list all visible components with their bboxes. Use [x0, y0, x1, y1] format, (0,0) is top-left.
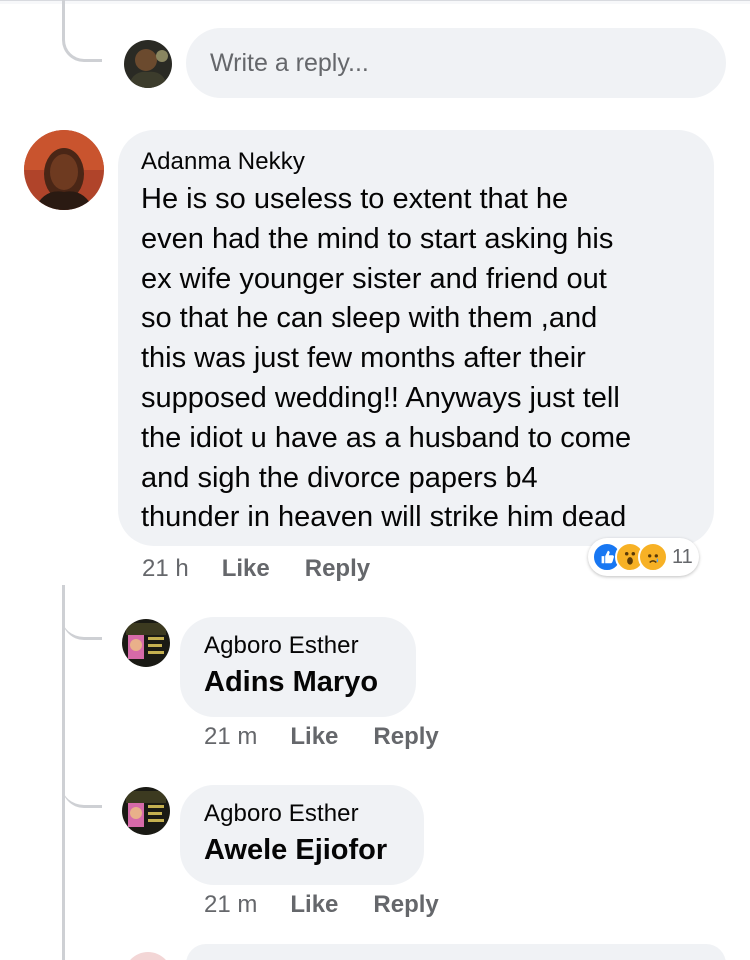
comment-line: supposed wedding!! Anyways just tell — [141, 381, 620, 414]
reply-author-avatar[interactable] — [122, 787, 170, 835]
next-reply-bubble — [186, 944, 726, 960]
thread-connector-reply-2 — [62, 774, 102, 808]
comment-timestamp[interactable]: 21 h — [142, 555, 189, 583]
reaction-summary[interactable]: 11 — [588, 538, 699, 576]
reply-text[interactable]: Adins Maryo — [204, 666, 392, 699]
reply-actions: 21 m Like Reply — [204, 891, 439, 919]
thread-line-replies — [62, 585, 65, 960]
reply-actions: 21 m Like Reply — [204, 723, 439, 751]
comment-actions: 21 h Like Reply — [142, 555, 370, 583]
comment-line: He is so useless to extent that he — [141, 183, 569, 215]
reply-button[interactable]: Reply — [373, 891, 438, 919]
comment-text: He is so useless to extent that he even … — [141, 180, 690, 538]
comment-line: this was just few months after their — [141, 342, 586, 375]
thread-connector-reply-1 — [62, 606, 102, 640]
next-reply-avatar[interactable] — [124, 952, 172, 960]
reply-text[interactable]: Awele Ejiofor — [204, 834, 400, 867]
like-button[interactable]: Like — [290, 723, 338, 751]
comment-bubble: Adanma Nekky He is so useless to extent … — [118, 130, 714, 546]
like-button[interactable]: Like — [222, 555, 270, 583]
current-user-avatar[interactable] — [124, 40, 172, 88]
reply-bubble: Agboro Esther Awele Ejiofor — [180, 785, 424, 885]
comment-line: even had the mind to start asking his — [141, 222, 614, 255]
reply-bubble: Agboro Esther Adins Maryo — [180, 617, 416, 717]
comment-line: thunder in heaven will strike him dead — [141, 501, 627, 534]
reply-author[interactable]: Agboro Esther — [204, 800, 400, 828]
reply-author-avatar[interactable] — [122, 619, 170, 667]
reply-input[interactable] — [186, 28, 726, 98]
comment-line: ex wife younger sister and friend out — [141, 262, 607, 295]
reaction-count: 11 — [672, 545, 693, 568]
reply-timestamp[interactable]: 21 m — [204, 891, 257, 919]
comment-line: and sigh the divorce papers b4 — [141, 461, 538, 494]
thread-connector-reply-box — [62, 30, 102, 62]
commenter-avatar[interactable] — [24, 130, 104, 210]
reply-author[interactable]: Agboro Esther — [204, 632, 392, 660]
reply-timestamp[interactable]: 21 m — [204, 723, 257, 751]
comment-line: so that he can sleep with them ,and — [141, 302, 598, 335]
sad-reaction-icon — [638, 542, 668, 572]
like-button[interactable]: Like — [290, 891, 338, 919]
comment-line: the idiot u have as a husband to come — [141, 421, 632, 454]
reply-button[interactable]: Reply — [373, 723, 438, 751]
reply-button[interactable]: Reply — [305, 555, 370, 583]
comment-author[interactable]: Adanma Nekky — [141, 148, 690, 176]
top-divider — [0, 0, 750, 4]
